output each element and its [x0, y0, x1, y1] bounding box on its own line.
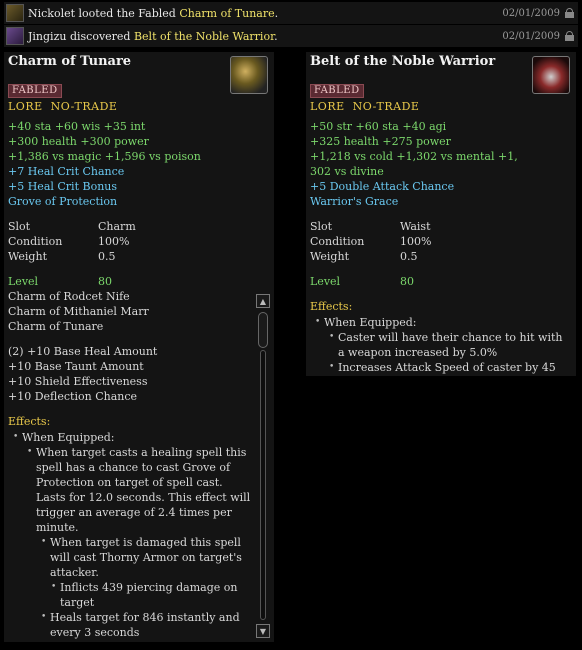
- set-bonus: +10 Shield Effectiveness: [8, 375, 148, 388]
- weight-value: 0.5: [400, 250, 418, 263]
- effect-text: Increases Attack Speed of caster by 45: [329, 360, 572, 375]
- feed-verb: looted the Fabled: [75, 6, 180, 20]
- effect-text: Heals target for 846 instantly and every…: [41, 610, 252, 640]
- feed-date: 02/01/2009: [502, 7, 560, 19]
- bonus-line: +5 Heal Crit Bonus: [8, 180, 118, 193]
- level-label: Level: [8, 275, 39, 288]
- item-flags: LORE NO-TRADE: [310, 100, 427, 113]
- feed-message: Nickolet looted the Fabled Charm of Tuna…: [28, 7, 278, 20]
- effect-text: Inflicts 439 piercing damage on target: [51, 580, 252, 610]
- scroll-track[interactable]: [258, 312, 268, 620]
- feed-tail: .: [274, 29, 278, 43]
- stat-line: +40 sta +60 wis +35 int: [8, 120, 146, 133]
- stat-line: +1,386 vs magic +1,596 vs poison: [8, 150, 201, 163]
- stat-line: +1,218 vs cold +1,302 vs mental +1,: [310, 150, 518, 163]
- when-equipped: When Equipped:: [13, 430, 114, 445]
- loot-bag-icon: [6, 4, 24, 22]
- item-link[interactable]: Charm of Tunare: [179, 7, 274, 20]
- bonus-line: +7 Heal Crit Chance: [8, 165, 125, 178]
- set-item: Charm of Mithaniel Marr: [8, 305, 149, 318]
- lock-icon[interactable]: [565, 31, 574, 41]
- feed-verb: discovered: [66, 29, 134, 43]
- player-name: Nickolet: [28, 6, 76, 20]
- tier-badge: FABLED: [8, 84, 62, 98]
- stat-line: +300 health +300 power: [8, 135, 149, 148]
- lore-flag: LORE: [310, 100, 345, 113]
- set-bonus: +10 Deflection Chance: [8, 390, 138, 403]
- scroll-rail: [260, 350, 266, 620]
- bonus-line: Grove of Protection: [8, 195, 118, 208]
- slot-value: Charm: [98, 220, 136, 233]
- when-equipped: When Equipped:: [315, 315, 416, 330]
- charm-item-icon: [230, 56, 268, 94]
- feed-tail: .: [274, 6, 279, 20]
- level-value: 80: [98, 275, 112, 288]
- belt-item-icon: [532, 56, 570, 94]
- condition-value: 100%: [98, 235, 130, 248]
- feed-date: 02/01/2009: [502, 30, 560, 42]
- set-item: Charm of Tunare: [8, 320, 104, 333]
- scroll-down-icon[interactable]: ▼: [256, 624, 270, 638]
- level-value: 80: [400, 275, 414, 288]
- feed-message: Jingizu discovered Belt of the Noble War…: [28, 30, 278, 43]
- item-link[interactable]: Belt of the Noble Warrior: [134, 30, 274, 43]
- effect-text: Caster will have their chance to hit wit…: [329, 330, 572, 360]
- stat-line: +325 health +275 power: [310, 135, 451, 148]
- loot-feed-row: Nickolet looted the Fabled Charm of Tuna…: [4, 2, 578, 24]
- condition-label: Condition: [310, 235, 365, 248]
- condition-value: 100%: [400, 235, 432, 248]
- set-bonus: (2) +10 Base Heal Amount: [8, 345, 158, 358]
- lock-icon[interactable]: [565, 8, 574, 18]
- effects-label: Effects:: [310, 300, 353, 313]
- item-flags: LORE NO-TRADE: [8, 100, 125, 113]
- discovery-feed-row: Jingizu discovered Belt of the Noble War…: [4, 25, 578, 47]
- player-name: Jingizu: [28, 29, 67, 43]
- set-bonus: +10 Base Taunt Amount: [8, 360, 144, 373]
- no-trade-flag: NO-TRADE: [352, 100, 420, 113]
- item-title: Charm of Tunare: [8, 54, 132, 69]
- level-label: Level: [310, 275, 341, 288]
- effect-text: When target casts a healing spell this s…: [27, 445, 252, 535]
- bonus-line: +5 Double Attack Chance: [310, 180, 455, 193]
- set-item: Charm of Rodcet Nife: [8, 290, 130, 303]
- tier-badge: FABLED: [310, 84, 364, 98]
- weight-label: Weight: [8, 250, 47, 263]
- slot-label: Slot: [8, 220, 31, 233]
- effects-label: Effects:: [8, 415, 51, 428]
- scroll-up-icon[interactable]: ▲: [256, 294, 270, 308]
- effect-text: When target is damaged this spell will c…: [41, 535, 252, 580]
- weight-value: 0.5: [98, 250, 116, 263]
- item-title: Belt of the Noble Warrior: [310, 54, 496, 69]
- tooltip-scrollbar[interactable]: ▲ ▼: [256, 294, 270, 638]
- weight-label: Weight: [310, 250, 349, 263]
- stat-line: 302 vs divine: [310, 165, 384, 178]
- slot-value: Waist: [400, 220, 431, 233]
- discovery-scroll-icon: [6, 27, 24, 45]
- lore-flag: LORE: [8, 100, 43, 113]
- scroll-thumb[interactable]: [258, 312, 268, 348]
- item-tooltip-belt: Belt of the Noble Warrior FABLED LORE NO-…: [306, 52, 576, 376]
- condition-label: Condition: [8, 235, 63, 248]
- no-trade-flag: NO-TRADE: [50, 100, 118, 113]
- stat-line: +50 str +60 sta +40 agi: [310, 120, 447, 133]
- bonus-line: Warrior's Grace: [310, 195, 399, 208]
- item-tooltip-charm: Charm of Tunare FABLED LORE NO-TRADE +40 …: [4, 52, 274, 642]
- slot-label: Slot: [310, 220, 333, 233]
